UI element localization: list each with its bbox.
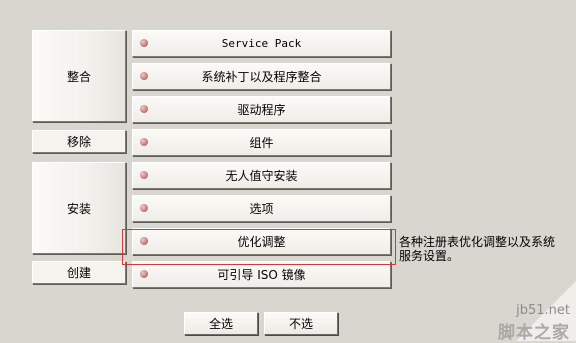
item-components-label: 组件 [249, 136, 274, 150]
item-components[interactable]: 组件 [132, 129, 391, 156]
group-integrate-label: 整合 [66, 69, 91, 84]
select-none-label: 不选 [288, 317, 313, 331]
item-bootable-iso-label: 可引导 ISO 镜像 [217, 268, 306, 282]
group-install[interactable]: 安装 [32, 162, 126, 254]
group-integrate[interactable]: 整合 [32, 30, 126, 122]
select-all-label: 全选 [208, 317, 233, 331]
group-install-label: 安装 [66, 201, 91, 216]
item-options[interactable]: 选项 [132, 195, 391, 222]
group-create-label: 创建 [66, 266, 91, 280]
item-drivers[interactable]: 驱动程序 [132, 96, 391, 123]
select-none-button[interactable]: 不选 [264, 312, 338, 335]
item-service-pack[interactable]: Service Pack [132, 30, 391, 57]
item-drivers-label: 驱动程序 [237, 103, 286, 117]
item-options-label: 选项 [249, 202, 274, 216]
watermark-name: 脚本之家 [498, 323, 570, 343]
select-all-button[interactable]: 全选 [184, 312, 258, 335]
item-tweaks-label: 优化调整 [237, 235, 286, 249]
group-remove-label: 移除 [66, 135, 91, 149]
watermark-url: jb51.net [516, 303, 570, 318]
group-remove[interactable]: 移除 [32, 130, 126, 153]
item-unattended[interactable]: 无人值守安装 [132, 162, 391, 189]
item-unattended-label: 无人值守安装 [225, 169, 298, 183]
item-tweaks[interactable]: 优化调整 [132, 228, 391, 255]
item-bootable-iso[interactable]: 可引导 ISO 镜像 [132, 261, 391, 288]
item-description-tooltip: 各种注册表优化调整以及系统服务设置。 [399, 235, 556, 263]
item-patches[interactable]: 系统补丁以及程序整合 [132, 63, 391, 90]
item-patches-label: 系统补丁以及程序整合 [201, 70, 322, 84]
group-create[interactable]: 创建 [32, 261, 126, 284]
item-service-pack-label: Service Pack [221, 37, 302, 50]
